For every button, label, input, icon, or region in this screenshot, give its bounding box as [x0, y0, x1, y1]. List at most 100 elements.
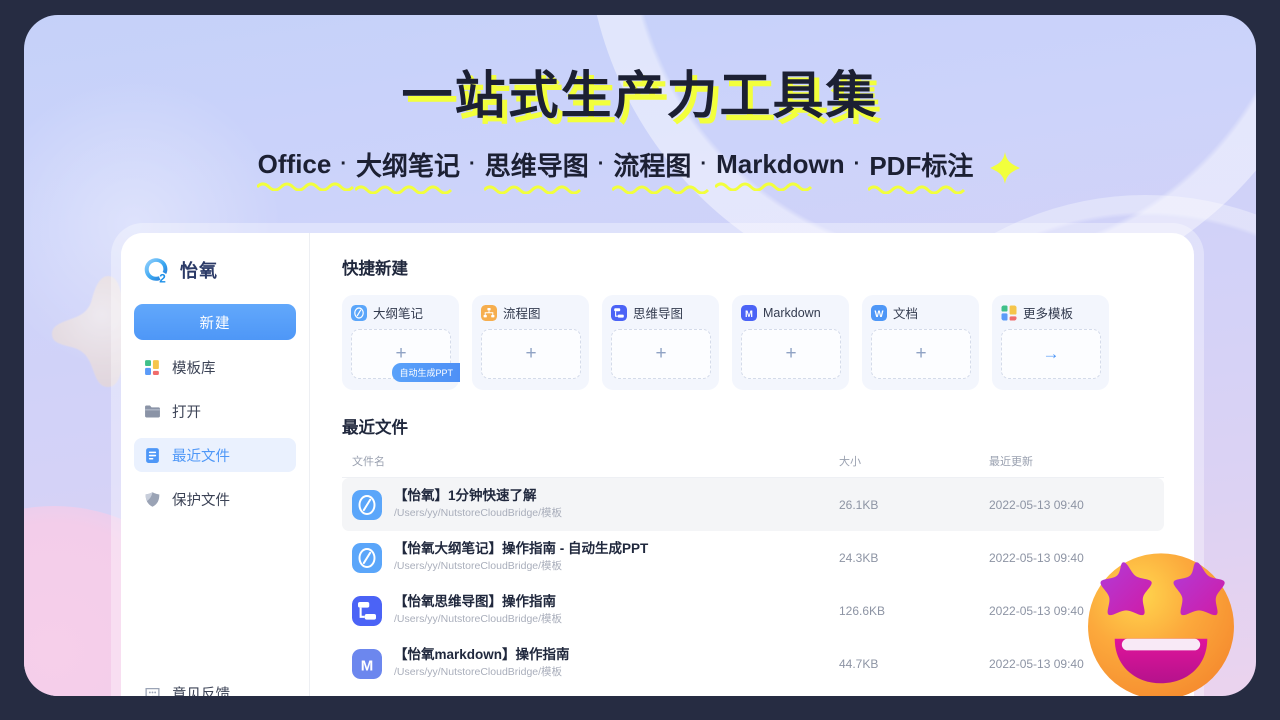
create-card-label: 流程图	[503, 307, 541, 321]
table-row[interactable]: 【怡氧大纲笔记】操作指南 - 自动生成PPT /Users/yy/Nutstor…	[342, 531, 1164, 584]
subtitle-item-markdown: Markdown	[715, 149, 845, 191]
create-card-label: Markdown	[763, 305, 821, 320]
template-library-icon	[145, 359, 159, 375]
feedback-label: 意见反馈	[172, 687, 230, 696]
recent-file-icon	[146, 447, 159, 463]
sidebar-item-recent-files[interactable]: 最近文件	[134, 438, 296, 472]
markdown-icon: M	[352, 648, 382, 679]
sidebar: 2 怡氧 新建 模板库 打开 最近文件 保护文件 意见反馈	[121, 233, 310, 696]
folder-icon	[145, 405, 160, 417]
column-header-size: 大小	[839, 455, 861, 468]
o2-logo-icon: 2	[144, 257, 168, 285]
squiggle-underline-icon	[355, 185, 453, 194]
create-card-label: 思维导图	[633, 307, 684, 321]
hero-headline: 一站式生产力工具集 一站式生产力工具集 Office · 大纲笔记 · 思维导图	[24, 67, 1256, 194]
sidebar-item-label: 保护文件	[172, 492, 230, 509]
file-name-cell: 【怡氧大纲笔记】操作指南 - 自动生成PPT /Users/yy/Nutstor…	[394, 540, 839, 575]
file-name-cell: 【怡氧markdown】操作指南 /Users/yy/NutstoreCloud…	[394, 646, 839, 681]
create-card-label: 文档	[893, 307, 919, 321]
table-row[interactable]: 【怡氧】1分钟快速了解 /Users/yy/NutstoreCloudBridg…	[342, 478, 1164, 531]
create-card-document[interactable]: W 文档 +	[862, 295, 979, 390]
create-card-more-templates[interactable]: 更多模板 →	[992, 295, 1109, 390]
svg-text:2: 2	[159, 272, 166, 285]
new-button[interactable]: 新建	[134, 304, 296, 340]
file-date: 2022-05-13 09:40	[989, 497, 1084, 512]
auto-ppt-badge: 自动生成PPT	[392, 363, 460, 382]
word-doc-icon: W	[871, 304, 887, 321]
subtitle-item-mindmap: 思维导图	[483, 146, 589, 194]
file-date: 2022-05-13 09:40	[989, 603, 1084, 618]
subtitle-separator: ·	[597, 152, 605, 175]
svg-text:M: M	[361, 657, 374, 674]
mindmap-icon	[611, 304, 627, 321]
create-card-action[interactable]: +	[611, 329, 711, 379]
create-card-outline-note[interactable]: 大纲笔记 + 自动生成PPT	[342, 295, 460, 390]
new-button-label: 新建	[199, 315, 231, 332]
table-row[interactable]: M 【怡氧markdown】操作指南 /Users/yy/NutstoreClo…	[342, 637, 1164, 690]
file-name: 【怡氧】1分钟快速了解	[394, 488, 537, 504]
create-card-header: 流程图	[481, 303, 581, 322]
subtitle-item-outline-note: 大纲笔记	[355, 146, 460, 194]
create-card-action[interactable]: +	[741, 329, 841, 379]
page-title: 一站式生产力工具集 一站式生产力工具集	[401, 67, 881, 130]
recent-files-table: 文件名 大小 最近更新 【怡氧】1分钟快速了解 /Users/yy/Nutsto…	[342, 452, 1164, 690]
main-content: 快捷新建 大纲笔记 + 自动生成PPT 流程图 + 思维导图 + M Markd…	[310, 233, 1194, 696]
sidebar-item-protected-files[interactable]: 保护文件	[134, 482, 296, 516]
file-name: 【怡氧markdown】操作指南	[394, 647, 570, 663]
sidebar-item-label: 打开	[172, 404, 201, 421]
create-card-action[interactable]: →	[1001, 329, 1101, 379]
file-size: 26.1KB	[839, 497, 879, 512]
subtitle-separator: ·	[700, 152, 708, 175]
column-header-date: 最近更新	[989, 455, 1033, 468]
shield-file-icon	[145, 491, 160, 507]
create-card-action[interactable]: +	[481, 329, 581, 379]
create-card-markdown[interactable]: M Markdown +	[732, 295, 849, 390]
create-card-header: 更多模板	[1001, 303, 1101, 322]
create-card-header: W 文档	[871, 303, 971, 322]
mindmap-icon	[352, 595, 382, 626]
table-row[interactable]: 【怡氧思维导图】操作指南 /Users/yy/NutstoreCloudBrid…	[342, 584, 1164, 637]
sidebar-item-template-library[interactable]: 模板库	[134, 350, 296, 384]
subtitle-item-office: Office	[256, 149, 354, 191]
file-name: 【怡氧大纲笔记】操作指南 - 自动生成PPT	[394, 541, 649, 557]
create-card-action[interactable]: +	[871, 329, 971, 379]
sidebar-item-open[interactable]: 打开	[134, 394, 296, 428]
flowchart-icon	[481, 304, 497, 321]
create-card-header: 思维导图	[611, 303, 711, 322]
outline-note-icon	[352, 542, 382, 573]
column-header-name: 文件名	[352, 455, 385, 468]
sidebar-item-label: 模板库	[172, 360, 216, 377]
recent-files-heading: 最近文件	[342, 419, 408, 437]
page-title-text: 一站式生产力工具集	[401, 67, 879, 124]
quick-create-heading: 快捷新建	[342, 260, 408, 278]
outline-note-icon	[352, 489, 382, 520]
squiggle-underline-icon	[868, 185, 966, 194]
subtitle-item-flowchart: 流程图	[612, 146, 710, 194]
create-card-label: 更多模板	[1023, 307, 1074, 321]
file-size: 44.7KB	[839, 656, 879, 671]
file-name-cell: 【怡氧】1分钟快速了解 /Users/yy/NutstoreCloudBridg…	[394, 487, 839, 522]
file-path: /Users/yy/NutstoreCloudBridge/模板	[394, 560, 563, 573]
brand-name: 怡氧	[180, 261, 218, 281]
create-card-label: 大纲笔记	[373, 307, 424, 321]
subtitle-separator: ·	[469, 152, 476, 175]
sparkle-icon	[990, 151, 1021, 184]
sidebar-item-label: 最近文件	[172, 448, 230, 465]
promo-panel: 一站式生产力工具集 一站式生产力工具集 Office · 大纲笔记 · 思维导图	[24, 15, 1256, 696]
markdown-icon: M	[741, 304, 757, 321]
feedback-button[interactable]: 意见反馈	[134, 683, 230, 696]
file-path: /Users/yy/NutstoreCloudBridge/模板	[394, 613, 563, 626]
create-card-mindmap[interactable]: 思维导图 +	[602, 295, 719, 390]
table-header-row: 文件名 大小 最近更新	[342, 452, 1164, 478]
squiggle-underline-icon	[715, 182, 813, 191]
squiggle-underline-icon	[256, 182, 354, 191]
template-library-icon	[1001, 305, 1017, 320]
file-name: 【怡氧思维导图】操作指南	[394, 594, 556, 610]
file-path: /Users/yy/NutstoreCloudBridge/模板	[394, 507, 563, 520]
file-size: 24.3KB	[839, 550, 879, 565]
outline-note-icon	[351, 304, 367, 321]
app-window: 2 怡氧 新建 模板库 打开 最近文件 保护文件 意见反馈 快捷新建 大纲笔记 …	[121, 233, 1194, 696]
create-card-flowchart[interactable]: 流程图 +	[472, 295, 589, 390]
create-card-header: M Markdown	[741, 303, 841, 322]
squiggle-underline-icon	[483, 185, 581, 194]
